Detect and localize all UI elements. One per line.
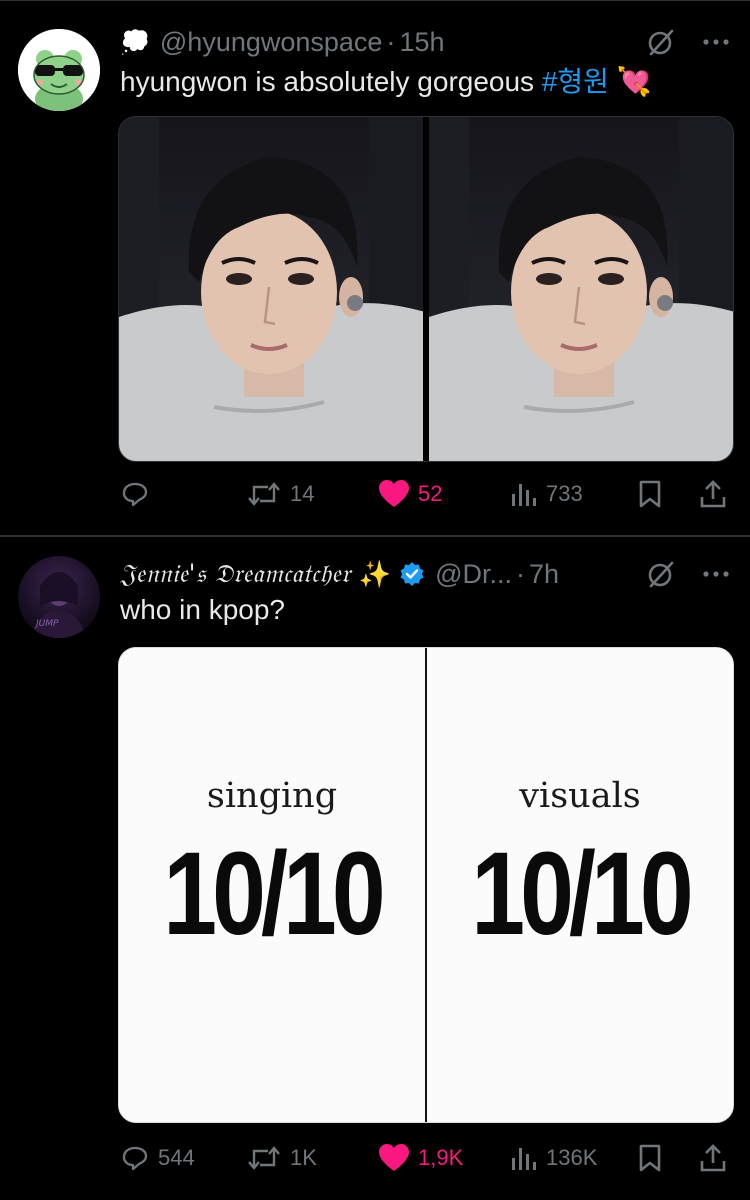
tweet-text: who in kpop? — [120, 594, 730, 626]
avatar[interactable]: JUMP — [18, 556, 100, 638]
status-emoji: 💭 — [120, 28, 150, 56]
tweet[interactable]: JUMP 𝔍𝔢𝔫𝔫𝔦𝔢'𝔰 𝔇𝔯𝔢𝔞𝔪𝔠𝔞𝔱𝔠𝔥𝔢𝔯 ✨ @Dr... · 7h — [0, 536, 750, 1200]
verified-badge-icon[interactable] — [399, 561, 425, 587]
svg-text:JUMP: JUMP — [34, 619, 59, 629]
more-icon[interactable] — [702, 569, 730, 579]
portrait-photo — [119, 117, 423, 461]
share-icon — [700, 480, 726, 508]
heart-arrow-emoji: 💘 — [616, 66, 652, 97]
portrait-photo — [429, 117, 733, 461]
retweet-button[interactable]: 14 — [246, 472, 314, 516]
view-count: 733 — [546, 481, 583, 506]
bookmark-icon — [639, 480, 661, 508]
author-display-name[interactable]: 𝔍𝔢𝔫𝔫𝔦𝔢'𝔰 𝔇𝔯𝔢𝔞𝔪𝔠𝔞𝔱𝔠𝔥𝔢𝔯 — [120, 559, 351, 589]
separator-dot: · — [386, 26, 396, 57]
tweet-header: 💭 @hyungwonspace · 15h — [120, 22, 730, 62]
tweet-header: 𝔍𝔢𝔫𝔫𝔦𝔢'𝔰 𝔇𝔯𝔢𝔞𝔪𝔠𝔞𝔱𝔠𝔥𝔢𝔯 ✨ @Dr... · 7h — [120, 554, 730, 594]
author-handle[interactable]: @Dr... — [435, 559, 512, 590]
photo-right[interactable] — [429, 117, 733, 461]
like-button[interactable]: 52 — [378, 472, 442, 516]
bookmark-button[interactable] — [636, 472, 664, 516]
tweet-time[interactable]: 15h — [399, 27, 444, 58]
views-button[interactable]: 136K — [510, 1136, 597, 1180]
header-actions — [646, 554, 730, 594]
share-button[interactable] — [698, 472, 728, 516]
rating-label: visuals — [519, 776, 641, 816]
like-count: 52 — [418, 481, 443, 506]
rating-card-left: singing 10/10 — [119, 648, 425, 1122]
sparkle-emoji: ✨ — [358, 558, 392, 589]
tweet-body: hyungwon is absolutely gorgeous — [120, 66, 535, 97]
share-icon — [700, 1144, 726, 1172]
views-icon — [512, 1148, 536, 1170]
rating-label: singing — [206, 776, 338, 816]
reply-button[interactable] — [120, 472, 158, 516]
reply-icon — [122, 1146, 148, 1171]
like-count: 1,9K — [418, 1145, 464, 1170]
retweet-icon — [248, 482, 280, 506]
heart-icon — [379, 1144, 409, 1171]
rating-score: 10/10 — [163, 828, 385, 960]
retweet-count: 14 — [290, 481, 315, 506]
views-icon — [512, 484, 536, 506]
retweet-icon — [248, 1146, 280, 1170]
tweet-actions: 14 52 733 — [120, 472, 730, 516]
tweet-media[interactable]: singing 10/10 visuals 10/10 — [118, 647, 734, 1123]
grok-icon[interactable] — [646, 559, 676, 589]
reply-icon — [122, 482, 148, 507]
retweet-button[interactable]: 1K — [246, 1136, 317, 1180]
views-button[interactable]: 733 — [510, 472, 583, 516]
tweet[interactable]: 💭 @hyungwonspace · 15h hyungwon is absol… — [0, 0, 750, 536]
tweet-body: who in kpop? — [120, 594, 286, 625]
retweet-count: 1K — [290, 1145, 317, 1170]
hashtag-link[interactable]: #형원 — [542, 66, 609, 97]
heart-icon — [379, 480, 409, 507]
reply-button[interactable]: 544 — [120, 1136, 195, 1180]
separator-dot: · — [516, 558, 526, 589]
profile-photo-icon: JUMP — [18, 556, 100, 638]
tweet-time[interactable]: 7h — [529, 559, 559, 590]
more-icon[interactable] — [702, 37, 730, 47]
rating-score: 10/10 — [471, 828, 693, 960]
tweet-actions: 544 1K 1,9K 136K — [120, 1136, 730, 1180]
tweet-media[interactable] — [118, 116, 734, 462]
grok-icon[interactable] — [646, 27, 676, 57]
rating-card-right: visuals 10/10 — [427, 648, 733, 1122]
share-button[interactable] — [698, 1136, 728, 1180]
frog-avatar-icon — [18, 29, 100, 111]
bookmark-button[interactable] — [636, 1136, 664, 1180]
reply-count: 544 — [158, 1145, 195, 1170]
header-actions — [646, 22, 730, 62]
photo-left[interactable] — [119, 117, 423, 461]
view-count: 136K — [546, 1145, 598, 1170]
author-handle[interactable]: @hyungwonspace — [160, 27, 383, 58]
like-button[interactable]: 1,9K — [378, 1136, 463, 1180]
tweet-text: hyungwon is absolutely gorgeous #형원 💘 — [120, 60, 730, 100]
bookmark-icon — [639, 1144, 661, 1172]
avatar[interactable] — [18, 29, 100, 111]
